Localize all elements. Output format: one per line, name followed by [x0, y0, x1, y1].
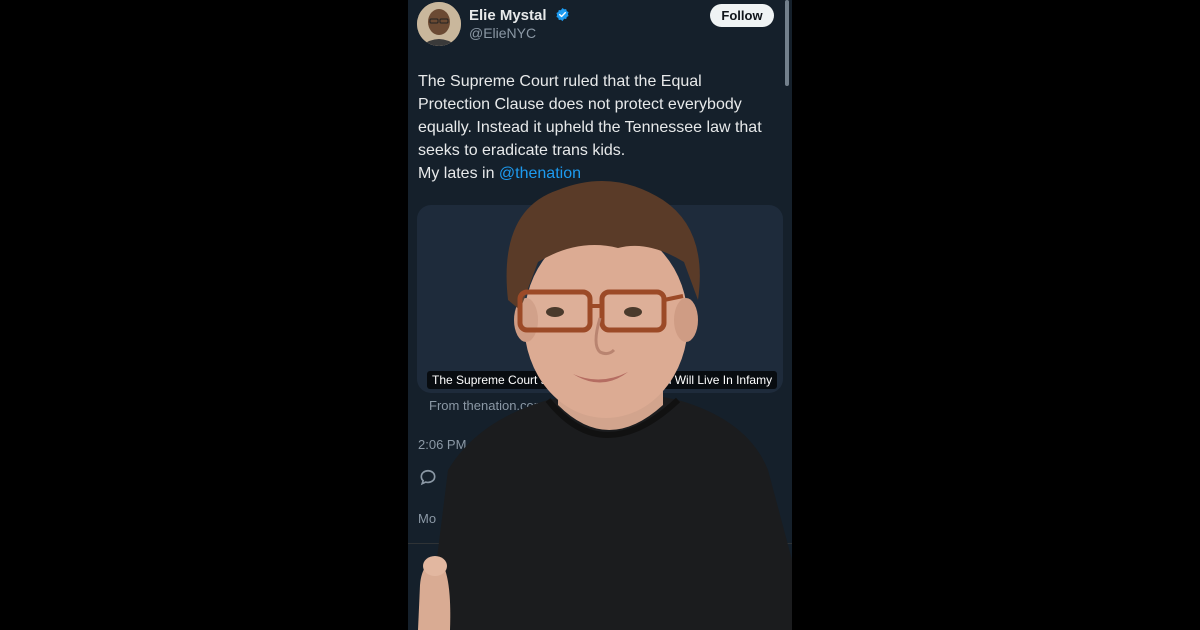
presenter-overlay — [418, 181, 792, 630]
tweet-screenshot: Elie Mystal @ElieNYC Follow The Supreme … — [408, 0, 792, 630]
scrollbar[interactable] — [785, 0, 789, 86]
